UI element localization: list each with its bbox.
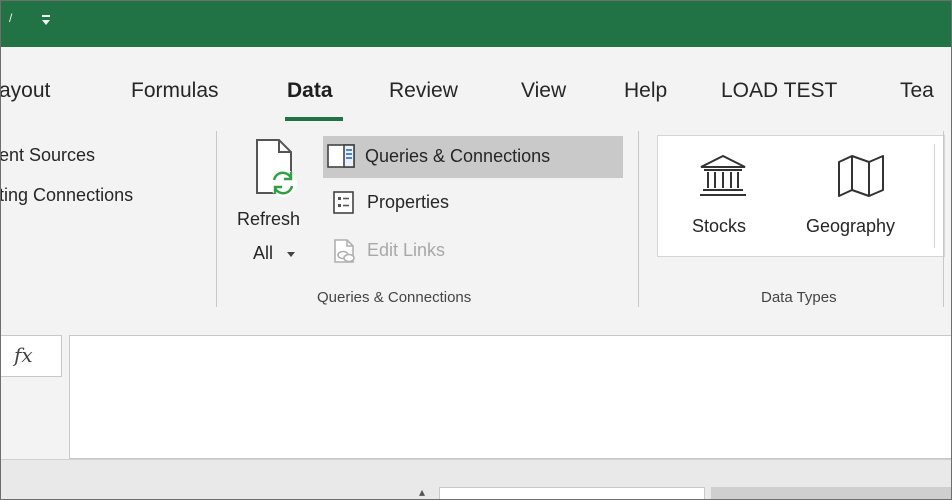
data-types-gallery: Stocks Geography	[657, 135, 945, 257]
data-types-group-label: Data Types	[761, 289, 837, 306]
formula-input[interactable]	[69, 335, 951, 459]
stocks-label: Stocks	[692, 216, 747, 236]
tab-team[interactable]: Tea	[900, 79, 934, 103]
properties-button[interactable]: Properties	[333, 189, 493, 221]
recent-sources-button[interactable]: ent Sources	[1, 145, 95, 166]
ribbon-tabs: ayout Formulas Data Review View Help LOA…	[1, 47, 951, 123]
refresh-all-label-line1: Refresh	[237, 209, 301, 229]
formula-bar: fx	[1, 319, 951, 459]
customize-quick-access-toolbar-icon[interactable]	[41, 15, 51, 29]
refresh-all-button[interactable]: Refresh All	[229, 137, 321, 287]
column-header-strip: ▴	[1, 459, 951, 499]
tab-formulas[interactable]: Formulas	[131, 79, 219, 103]
ribbon-data: ent Sources ting Connections Refresh All	[1, 123, 951, 320]
tab-page-layout[interactable]: ayout	[1, 79, 50, 103]
edit-links-button[interactable]: Edit Links	[333, 237, 493, 269]
map-icon	[838, 155, 884, 197]
excel-window: / ayout Formulas Data Review View Help L…	[0, 0, 952, 500]
refresh-all-label-line2: All	[253, 243, 274, 263]
quick-access-item[interactable]: /	[9, 11, 12, 25]
edit-links-icon	[334, 239, 355, 263]
queries-pane-icon	[327, 144, 355, 168]
tab-data[interactable]: Data	[287, 79, 333, 103]
geography-label: Geography	[806, 216, 896, 236]
queries-connections-button[interactable]: Queries & Connections	[323, 136, 623, 178]
tab-review[interactable]: Review	[389, 79, 458, 103]
queries-connections-group-label: Queries & Connections	[317, 289, 472, 306]
geography-button[interactable]: Geography	[798, 154, 928, 254]
fx-icon: fx	[14, 343, 33, 367]
group-separator	[638, 131, 639, 307]
gallery-scroll-edge[interactable]	[934, 144, 943, 248]
tab-help[interactable]: Help	[624, 79, 667, 103]
group-separator	[216, 131, 217, 307]
queries-connections-label: Queries & Connections	[365, 146, 551, 166]
edit-links-label: Edit Links	[367, 240, 446, 260]
existing-connections-button[interactable]: ting Connections	[1, 185, 133, 206]
group-separator	[943, 131, 944, 307]
insert-function-button[interactable]: fx	[1, 335, 62, 377]
tab-load-test[interactable]: LOAD TEST	[721, 79, 837, 103]
properties-icon	[333, 191, 354, 214]
column-header-gray	[711, 487, 951, 499]
stocks-button[interactable]: Stocks	[668, 154, 788, 254]
tab-view[interactable]: View	[521, 79, 566, 103]
title-bar: /	[1, 1, 951, 47]
refresh-all-icon	[256, 139, 297, 197]
active-tab-indicator	[285, 117, 343, 121]
chevron-down-icon	[287, 252, 295, 257]
column-header-field[interactable]	[439, 487, 705, 499]
bank-building-icon	[700, 154, 746, 196]
splitter-handle[interactable]: ▴	[419, 485, 425, 499]
properties-label: Properties	[367, 192, 450, 212]
